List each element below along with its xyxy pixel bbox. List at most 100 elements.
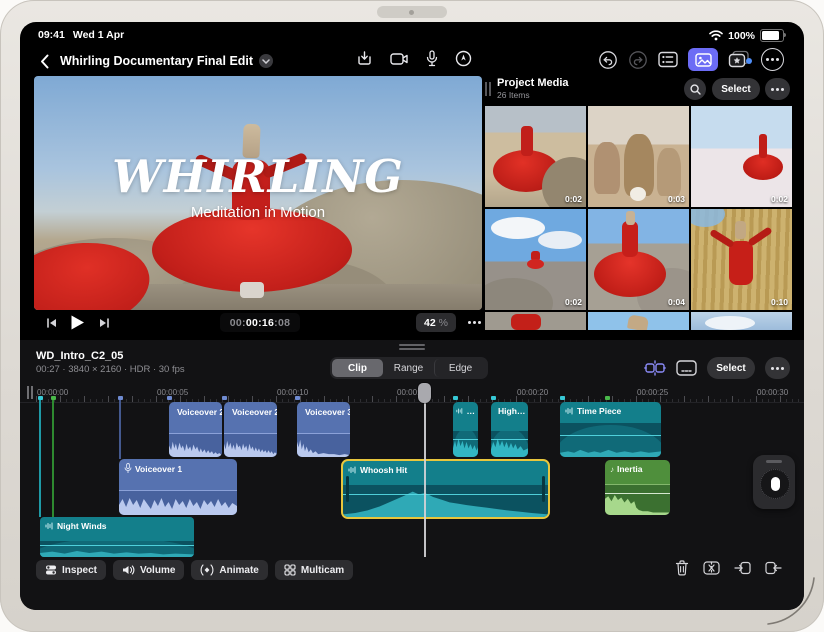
timeline-project-specs: 00:27 · 3840 × 2160 · HDR · 30 fps	[36, 364, 185, 375]
timeline-scroll-handle[interactable]	[31, 386, 33, 399]
clip-voiceover-3[interactable]: Voiceover 3	[297, 402, 350, 457]
clip-marker	[295, 396, 300, 400]
timeline-more-button[interactable]	[765, 357, 790, 379]
zoom-unit: %	[438, 316, 449, 329]
thumb-cloud	[491, 217, 545, 239]
viewer[interactable]: WHIRLING Meditation in Motion	[34, 76, 482, 310]
thumb-rock	[594, 142, 620, 194]
browser-toggle-icon[interactable]	[658, 51, 678, 68]
media-more-button[interactable]	[765, 78, 790, 100]
timeline-drag-handle[interactable]	[399, 344, 425, 346]
media-thumb[interactable]	[691, 312, 792, 330]
timeline-select-button[interactable]: Select	[707, 357, 755, 379]
thumb-cloud	[705, 316, 755, 330]
title-menu-chevron-icon[interactable]	[259, 54, 274, 68]
mode-edge[interactable]: Edge	[434, 359, 486, 377]
microphone-icon[interactable]	[426, 50, 438, 67]
live-drawing-icon[interactable]	[455, 50, 472, 67]
record-camera-icon[interactable]	[390, 52, 409, 66]
media-thumb[interactable]: 0:03	[588, 106, 689, 207]
blade-split-icon[interactable]	[703, 560, 720, 576]
tool-label: Inspect	[62, 564, 98, 576]
media-thumb[interactable]: 0:02	[691, 106, 792, 207]
search-icon	[689, 83, 701, 95]
clip-voiceover-1[interactable]: Voiceover 1	[119, 459, 237, 515]
volume-button[interactable]: Volume	[113, 560, 185, 580]
thumb-duration: 0:03	[667, 194, 685, 204]
timecode[interactable]: 00: 00:16:08	[220, 313, 300, 332]
thumb-hat	[626, 211, 635, 225]
thumb-duration: 0:02	[564, 297, 582, 307]
edit-mode-segmented-control: Clip Range Edge	[330, 357, 488, 379]
media-search-button[interactable]	[684, 78, 706, 100]
clip-night-winds[interactable]: Night Winds	[40, 517, 194, 557]
media-thumb[interactable]: 0:02	[485, 106, 586, 207]
thumb-hill	[485, 278, 553, 310]
media-thumb[interactable]: 0:02	[485, 209, 586, 310]
clip-marker	[491, 396, 496, 400]
trim-handle-left[interactable]	[346, 476, 349, 502]
clip-marker	[167, 396, 172, 400]
trim-handle-right[interactable]	[542, 476, 545, 502]
clip-mini-audio[interactable]: …	[453, 402, 478, 457]
date: Wed 1 Apr	[72, 29, 125, 41]
tool-label: Multicam	[300, 564, 345, 576]
clip-whoosh-hit-selected[interactable]: Whoosh Hit	[341, 459, 550, 519]
media-thumb[interactable]: 0:04	[588, 209, 689, 310]
viewer-display-button[interactable]	[688, 48, 718, 71]
clip-marker	[560, 396, 565, 400]
music-note-icon: ♪	[610, 464, 614, 474]
media-panel-header: Project Media 26 Items Select	[485, 76, 790, 105]
playhead-head[interactable]	[418, 383, 431, 403]
media-thumb[interactable]	[588, 312, 689, 330]
mode-range[interactable]: Range	[383, 359, 434, 377]
clip-label: Night Winds	[57, 521, 107, 531]
ruler-label: 00:00:05	[157, 388, 189, 397]
dancer-trousers	[240, 282, 264, 298]
clip-high[interactable]: High…	[491, 402, 528, 457]
multicam-button[interactable]: Multicam	[274, 560, 354, 580]
speaker-icon	[123, 565, 135, 575]
timecode-frames: :08	[274, 316, 291, 329]
playhead-line[interactable]	[424, 400, 426, 557]
back-button[interactable]	[40, 54, 49, 69]
media-thumb[interactable]: 0:10	[691, 209, 792, 310]
insert-clip-icon[interactable]	[734, 560, 751, 576]
media-select-button[interactable]: Select	[712, 78, 760, 100]
panel-drag-handle[interactable]	[485, 82, 487, 96]
mode-clip[interactable]: Clip	[332, 359, 383, 377]
delete-icon[interactable]	[675, 560, 689, 576]
thumb-figure	[622, 221, 638, 257]
zoom-level[interactable]: 42%	[416, 313, 456, 332]
clip-time-piece[interactable]: Time Piece	[560, 402, 661, 457]
connection-line	[39, 400, 41, 517]
media-thumb[interactable]	[485, 312, 586, 330]
jog-wheel[interactable]	[753, 455, 795, 509]
redo-icon[interactable]	[628, 50, 648, 70]
viewer-more-button[interactable]	[468, 321, 471, 324]
viewer-overlay-title: WHIRLING	[112, 150, 404, 203]
skip-forward-button[interactable]	[98, 317, 110, 329]
skip-back-button[interactable]	[46, 317, 58, 329]
inspect-button[interactable]: Inspect	[36, 560, 107, 580]
undo-icon[interactable]	[598, 50, 618, 70]
ruler-label: 00:00:20	[517, 388, 549, 397]
magnetic-timeline-icon[interactable]	[644, 360, 666, 376]
jog-dial[interactable]	[760, 469, 790, 499]
overlay-clips-icon[interactable]	[676, 360, 697, 376]
project-title: Whirling Documentary Final Edit	[60, 54, 254, 68]
clip-inertia[interactable]: ♪ Inertia	[605, 460, 670, 515]
timecode-seconds: 00:16	[245, 316, 275, 329]
more-button[interactable]	[761, 48, 784, 71]
media-panel-title: Project Media	[497, 77, 569, 89]
waveform-icon	[348, 466, 356, 474]
append-clip-icon[interactable]	[765, 560, 782, 576]
status-right: 100%	[709, 29, 786, 42]
import-icon[interactable]	[356, 50, 373, 67]
play-button[interactable]	[70, 314, 85, 331]
clip-voiceover-2[interactable]: Voiceover 2	[169, 402, 222, 457]
clip-label: Voiceover 1	[135, 463, 183, 474]
thumb-figure	[759, 134, 767, 158]
clip-voiceover-2b[interactable]: Voiceover 2	[224, 402, 277, 457]
animate-button[interactable]: Animate	[191, 560, 268, 580]
